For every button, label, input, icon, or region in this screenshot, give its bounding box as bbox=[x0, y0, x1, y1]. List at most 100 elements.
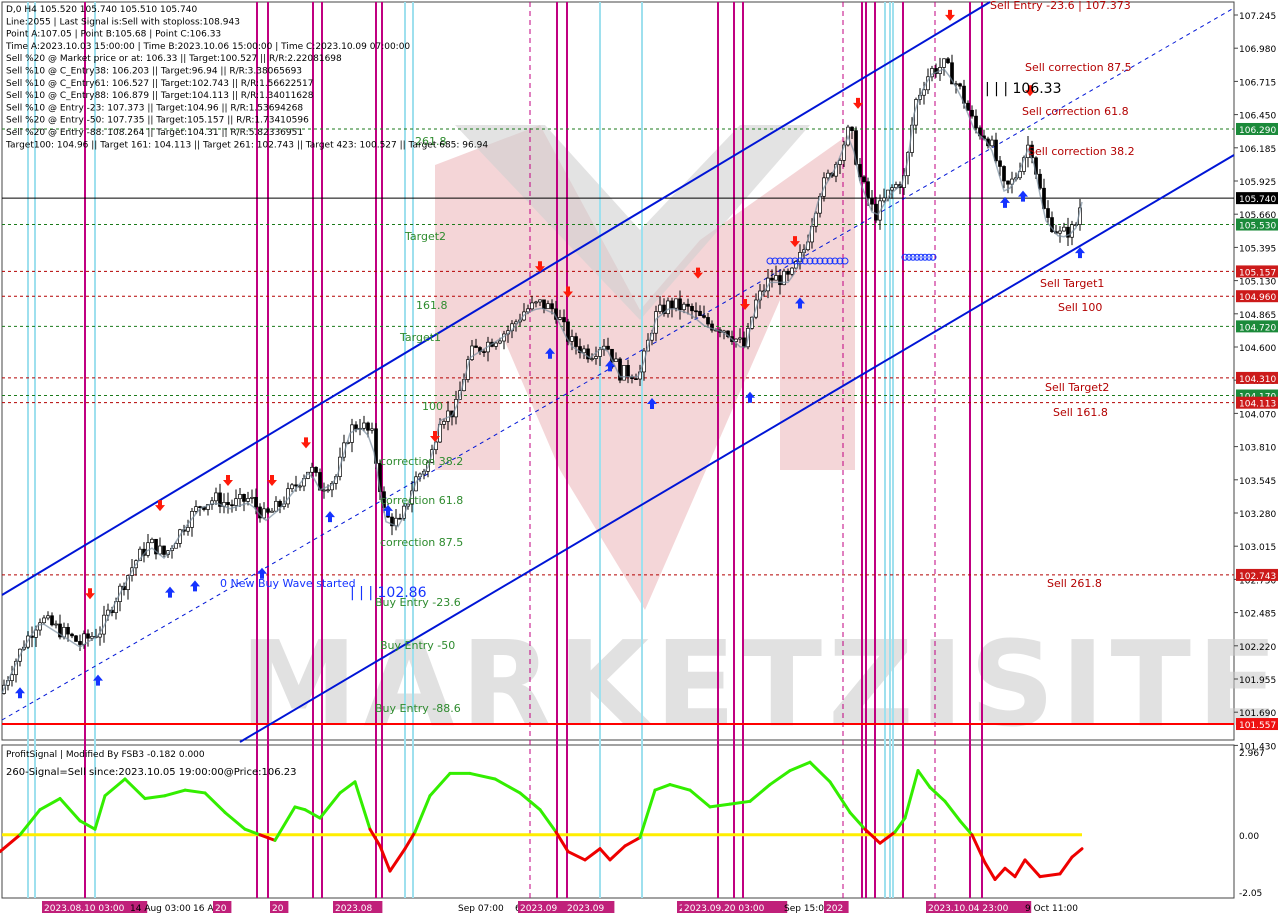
price-tag-label: 105.157 bbox=[1239, 268, 1276, 278]
chart-window: MARKETZISITE Sell Entry -23.6 | 107.373 Se… bbox=[0, 0, 1280, 920]
info-line: Line:2055 | Last Signal is:Sell with sto… bbox=[6, 17, 240, 27]
price-tick-label: 103.810 bbox=[1239, 444, 1276, 454]
candle-body bbox=[270, 510, 274, 513]
info-line: D,0 H4 105.520 105.740 105.510 105.740 bbox=[6, 5, 197, 15]
candle-body bbox=[774, 275, 778, 281]
candle-body bbox=[186, 527, 190, 532]
candle-body bbox=[706, 317, 710, 325]
candle-body bbox=[290, 484, 294, 490]
candle-body bbox=[194, 506, 198, 512]
time-axis-label: 2023.10.04 23:00 bbox=[928, 904, 1009, 914]
candle-body bbox=[970, 109, 974, 117]
price-tick-label: 106.715 bbox=[1239, 78, 1276, 88]
info-line: Sell %20 @ Market price or at: 106.33 ||… bbox=[6, 54, 342, 64]
candle-body bbox=[46, 615, 50, 619]
price-tag-label: 105.530 bbox=[1239, 222, 1276, 232]
time-axis-label: 20 bbox=[215, 904, 227, 914]
oscillator-axis-label: 0.00 bbox=[1239, 832, 1259, 842]
level-label-sell-target1: Sell Target1 bbox=[1040, 277, 1104, 290]
candle-body bbox=[562, 317, 566, 323]
candle-body bbox=[42, 617, 46, 624]
time-axis-label: 2023.09.20 03:00 bbox=[684, 904, 765, 914]
candle-body bbox=[678, 298, 682, 311]
candle-body bbox=[614, 358, 618, 362]
level-label-new-buy-wave: 0 New Buy Wave started bbox=[220, 577, 356, 590]
candle-body bbox=[626, 365, 630, 378]
chart-canvas[interactable]: MARKETZISITE Sell Entry -23.6 | 107.373 Se… bbox=[0, 0, 1280, 920]
candle-body bbox=[866, 181, 870, 199]
candle-body bbox=[882, 197, 886, 202]
oscillator-title: ProfitSignal | Modified By FSB3 -0.182 0… bbox=[6, 750, 205, 760]
candle-body bbox=[606, 345, 610, 350]
candle-body bbox=[590, 358, 594, 360]
candle-body bbox=[254, 496, 258, 508]
candle-body bbox=[246, 498, 250, 502]
candle-body bbox=[670, 300, 674, 309]
level-label-buy-entry-50: Buy Entry -50 bbox=[380, 639, 455, 652]
time-axis-label: 16 A bbox=[193, 904, 214, 914]
candle-body bbox=[570, 336, 574, 342]
candle-body bbox=[682, 303, 686, 311]
candle-body bbox=[634, 378, 638, 380]
candle-body bbox=[890, 187, 894, 191]
candle-body bbox=[54, 623, 58, 626]
info-line: Sell %10 @ C_Entry88: 106.879 || Target:… bbox=[6, 91, 314, 101]
candle-body bbox=[550, 303, 554, 310]
candle-body bbox=[998, 160, 1002, 167]
candle-body bbox=[82, 633, 86, 645]
info-line: Sell %20 @ Entry -88: 108.264 || Target:… bbox=[6, 128, 303, 138]
candle-body bbox=[594, 356, 598, 359]
candle-body bbox=[582, 348, 586, 354]
price-tag-label: 105.740 bbox=[1239, 195, 1276, 205]
candle-body bbox=[686, 303, 690, 307]
price-tick-label: 104.865 bbox=[1239, 311, 1276, 321]
price-tick-label: 107.245 bbox=[1239, 12, 1276, 22]
candle-body bbox=[994, 139, 998, 162]
level-label-l100: 100 bbox=[422, 400, 443, 413]
candle-body bbox=[666, 300, 670, 315]
info-line: Sell %10 @ Entry -23: 107.373 || Target:… bbox=[6, 103, 303, 113]
candle-body bbox=[1006, 180, 1010, 185]
price-tick-label: 106.450 bbox=[1239, 112, 1276, 122]
time-axis-label: 20 bbox=[272, 904, 284, 914]
candle-body bbox=[362, 422, 366, 429]
level-label-target1: Target1 bbox=[399, 331, 441, 344]
candle-body bbox=[230, 504, 234, 507]
level-label-sell-target2: Sell Target2 bbox=[1045, 381, 1109, 394]
candle-body bbox=[70, 633, 74, 637]
level-label-target2: Target2 bbox=[404, 230, 446, 243]
candle-body bbox=[298, 485, 302, 488]
price-tick-label: 106.185 bbox=[1239, 145, 1276, 155]
candle-body bbox=[574, 336, 578, 347]
candle-body bbox=[370, 428, 374, 431]
time-axis-label: 2023.09 bbox=[567, 904, 604, 914]
level-label-l1618: 161.8 bbox=[416, 299, 448, 312]
candle-body bbox=[266, 508, 270, 513]
info-line: Sell %10 @ C_Entry61: 106.527 || Target:… bbox=[6, 79, 314, 89]
price-tick-label: 101.955 bbox=[1239, 676, 1276, 686]
candle-body bbox=[350, 424, 354, 443]
candle-body bbox=[874, 203, 878, 221]
candle-body bbox=[86, 633, 90, 639]
candle-body bbox=[538, 299, 542, 303]
time-axis-label: 2023.08 bbox=[335, 904, 372, 914]
candle-body bbox=[850, 126, 854, 132]
candle-body bbox=[50, 615, 54, 626]
price-tick-label: 105.925 bbox=[1239, 178, 1276, 188]
info-line: Sell %10 @ C_Entry38: 106.203 || Target:… bbox=[6, 67, 302, 77]
candle-body bbox=[946, 58, 950, 64]
candle-body bbox=[398, 517, 402, 520]
level-label-corr-875: correction 87.5 bbox=[380, 536, 463, 549]
candle-body bbox=[162, 545, 166, 555]
candle-body bbox=[242, 494, 246, 502]
level-label-sell-100: Sell 100 bbox=[1058, 301, 1102, 314]
candle-body bbox=[78, 641, 82, 645]
candle-body bbox=[658, 304, 662, 312]
level-label-corr-382: correction 38.2 bbox=[380, 455, 463, 468]
info-line: Point A:107.05 | Point B:105.68 | Point … bbox=[6, 30, 221, 40]
candle-body bbox=[250, 496, 254, 499]
level-label-buy-entry-886: Buy Entry -88.6 bbox=[375, 702, 461, 715]
candle-body bbox=[870, 197, 874, 205]
candle-body bbox=[262, 508, 266, 519]
price-tag-label: 106.290 bbox=[1239, 126, 1276, 136]
